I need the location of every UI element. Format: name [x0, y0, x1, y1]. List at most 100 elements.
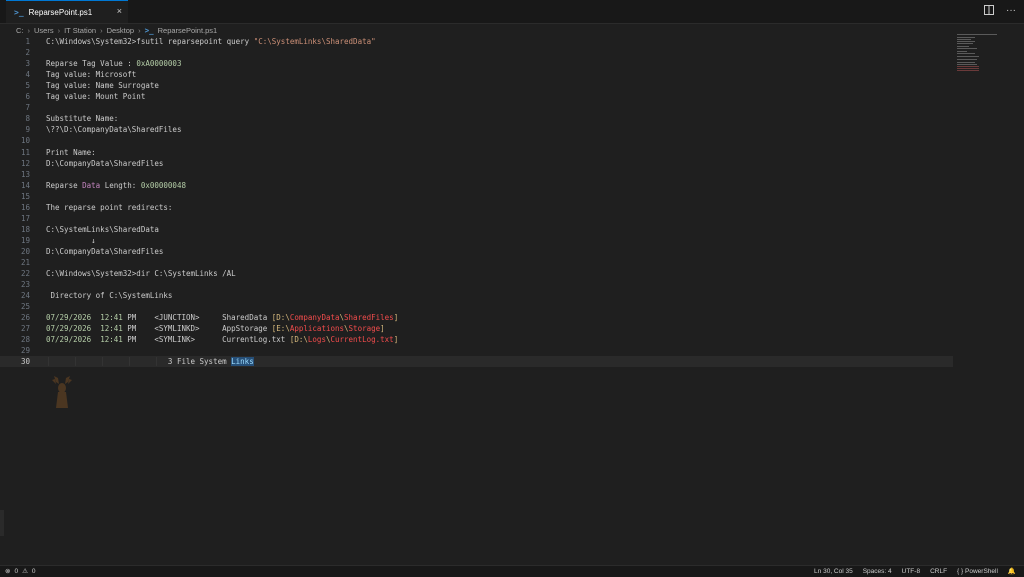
- code-token: ]: [380, 324, 385, 334]
- split-editor-icon[interactable]: [984, 5, 994, 18]
- warning-count: 0: [31, 567, 36, 575]
- code-line[interactable]: 19 ↓: [0, 235, 953, 246]
- code-line[interactable]: 5 Tag value: Name Surrogate: [0, 80, 953, 91]
- code-line[interactable]: 15: [0, 191, 953, 202]
- breadcrumb-file[interactable]: ReparsePoint.ps1: [158, 26, 218, 35]
- close-icon[interactable]: ×: [117, 6, 122, 16]
- code-token: PM <JUNCTION> SharedData: [122, 313, 272, 323]
- code-token: Print Name:: [46, 147, 96, 157]
- code-text: Substitute Name:: [46, 113, 118, 124]
- bell-icon[interactable]: 🔔: [1008, 567, 1016, 575]
- powershell-icon: >_: [144, 25, 154, 35]
- line-number: 24: [20, 291, 30, 301]
- line-number: 7: [25, 103, 30, 113]
- code-token: D:\CompanyData\SharedFiles: [46, 246, 164, 256]
- tab-reparsepoint[interactable]: >_ ReparsePoint.ps1 ×: [6, 0, 128, 23]
- code-token: D:\: [294, 335, 308, 345]
- breadcrumb: C: › Users › IT Station › Desktop › >_ R…: [16, 24, 217, 36]
- code-text: Tag value: Name Surrogate: [46, 80, 159, 91]
- code-line[interactable]: 11 Print Name:: [0, 147, 953, 158]
- code-token: C:\Windows\System32>dir C:\SystemLinks /…: [46, 269, 236, 279]
- more-actions-icon[interactable]: ···: [1006, 5, 1016, 18]
- code-line[interactable]: 23: [0, 279, 953, 290]
- code-token: Links: [231, 357, 254, 367]
- code-token: Tag value: Mount Point: [46, 92, 146, 102]
- code-line[interactable]: 18 C:\SystemLinks\SharedData: [0, 224, 953, 235]
- code-line[interactable]: 12 D:\CompanyData\SharedFiles: [0, 158, 953, 169]
- code-line[interactable]: 29: [0, 345, 953, 356]
- code-line[interactable]: 13: [0, 169, 953, 180]
- code-line[interactable]: 24 Directory of C:\SystemLinks: [0, 290, 953, 301]
- line-number: 21: [20, 258, 30, 267]
- code-line[interactable]: 10: [0, 135, 953, 146]
- breadcrumb-item[interactable]: Users: [34, 26, 54, 35]
- line-number: 6: [25, 92, 30, 102]
- code-token: Reparse: [46, 180, 83, 190]
- code-line[interactable]: 14 Reparse Data Length: 0x00000048: [0, 180, 953, 191]
- line-number: 23: [20, 280, 30, 290]
- code-line[interactable]: 22 C:\Windows\System32>dir C:\SystemLinks…: [0, 268, 953, 279]
- code-line[interactable]: 25: [0, 301, 953, 312]
- problems-indicator[interactable]: ⊗ 0 ⚠ 0: [5, 567, 36, 576]
- line-number: 25: [20, 302, 30, 312]
- code-line[interactable]: 30 │ │ │ │ │ 3 File System Links: [0, 356, 953, 368]
- line-ending[interactable]: CRLF: [930, 568, 947, 575]
- line-number: 12: [20, 158, 30, 168]
- code-text: D:\CompanyData\SharedFiles: [46, 158, 163, 169]
- code-line[interactable]: 21: [0, 257, 953, 268]
- warning-icon: ⚠: [22, 568, 28, 575]
- code-line[interactable]: 4 Tag value: Microsoft: [0, 69, 953, 80]
- code-line[interactable]: 17: [0, 213, 953, 224]
- powershell-icon: >_: [14, 7, 24, 17]
- code-token: Length:: [100, 180, 141, 190]
- code-text: D:\CompanyData\SharedFiles: [46, 246, 163, 257]
- code-token: C:\Windows\System32>fsutil reparsepoint …: [46, 37, 254, 46]
- breadcrumb-item[interactable]: C:: [16, 26, 24, 35]
- encoding[interactable]: UTF-8: [902, 568, 920, 575]
- code-token: CompanyData: [289, 313, 340, 323]
- code-token: 07/29/2026: [46, 335, 92, 345]
- line-number: 28: [20, 335, 30, 345]
- line-number: 16: [20, 202, 30, 212]
- language-mode[interactable]: { } PowerShell: [957, 568, 998, 575]
- code-token: Directory of C:\SystemLinks: [46, 291, 173, 301]
- code-token: D:\: [276, 313, 290, 323]
- code-line[interactable]: 16 The reparse point redirects:: [0, 202, 953, 213]
- code-token: \??\D:\CompanyData\SharedFiles: [46, 125, 182, 135]
- code-token: Applications: [289, 324, 345, 334]
- code-token: 12:41: [100, 313, 123, 323]
- code-token: 0xA0000003: [136, 59, 182, 69]
- code-line[interactable]: 3 Reparse Tag Value : 0xA0000003: [0, 58, 953, 69]
- line-number: 26: [20, 313, 30, 323]
- minimap[interactable]: [957, 34, 1007, 74]
- code-editor[interactable]: 1 C:\Windows\System32>fsutil reparsepoint…: [0, 36, 955, 556]
- code-token: PM <SYMLINKD> AppStorage: [122, 324, 272, 334]
- code-line[interactable]: 1 C:\Windows\System32>fsutil reparsepoint…: [0, 36, 953, 47]
- code-token: C:\SystemLinks\SharedData: [46, 224, 159, 234]
- code-line[interactable]: 6 Tag value: Mount Point: [0, 91, 953, 102]
- code-text: C:\SystemLinks\SharedData: [46, 224, 159, 235]
- line-number: 15: [20, 191, 30, 201]
- indentation[interactable]: Spaces: 4: [863, 568, 892, 575]
- cursor-position[interactable]: Ln 30, Col 35: [814, 568, 853, 575]
- code-line[interactable]: 8 Substitute Name:: [0, 113, 953, 124]
- line-number: 5: [25, 81, 30, 91]
- code-line[interactable]: 7: [0, 102, 953, 113]
- code-line[interactable]: 27 07/29/2026 12:41 PM <SYMLINKD> AppStor…: [0, 323, 953, 334]
- code-line[interactable]: 28 07/29/2026 12:41 PM <SYMLINK> CurrentL…: [0, 334, 953, 345]
- code-line[interactable]: 20 D:\CompanyData\SharedFiles: [0, 246, 953, 257]
- code-token: Reparse Tag Value :: [46, 59, 137, 69]
- code-line[interactable]: 2: [0, 47, 953, 58]
- code-text: │ │ │ │ │ 3 File System Links: [46, 356, 254, 367]
- line-number: 22: [20, 269, 30, 279]
- code-token: │ │ │ │ │: [46, 357, 159, 367]
- line-number: 27: [20, 324, 30, 334]
- breadcrumb-item[interactable]: IT Station: [64, 26, 96, 35]
- line-number: 17: [20, 213, 30, 223]
- code-line[interactable]: 9 \??\D:\CompanyData\SharedFiles: [0, 124, 953, 135]
- code-token: ]: [393, 335, 399, 345]
- code-token: 3 File System: [158, 357, 232, 367]
- line-number: 3: [25, 59, 30, 69]
- code-line[interactable]: 26 07/29/2026 12:41 PM <JUNCTION> SharedD…: [0, 312, 953, 323]
- breadcrumb-item[interactable]: Desktop: [107, 26, 135, 35]
